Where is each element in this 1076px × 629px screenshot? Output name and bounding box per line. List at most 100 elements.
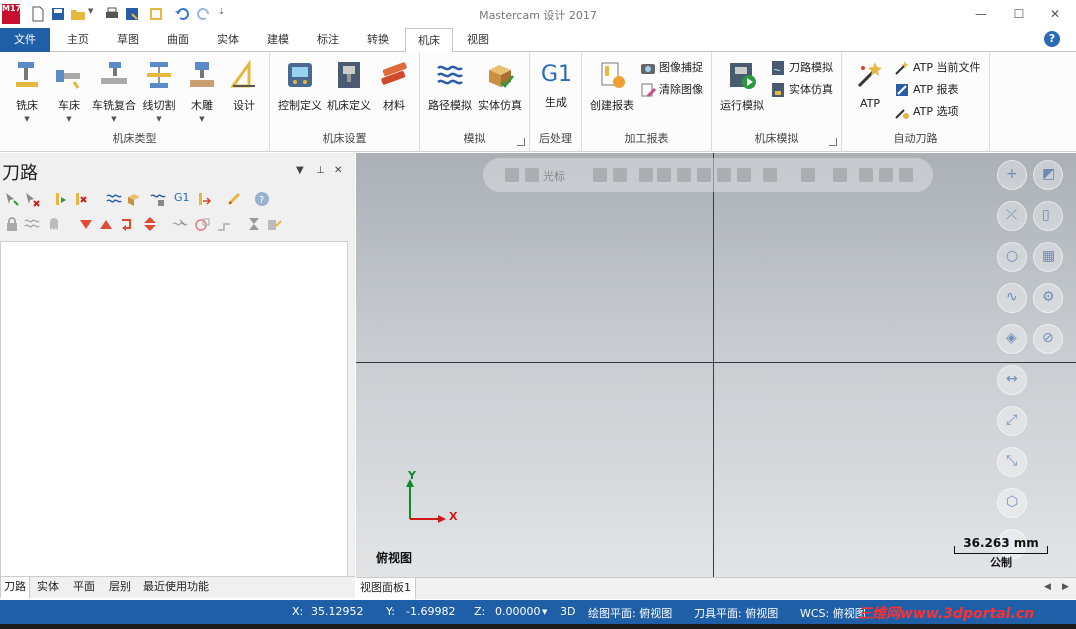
insert-pointer-icon[interactable] bbox=[216, 216, 232, 232]
cplane-status[interactable]: 绘图平面: 俯视图 bbox=[588, 605, 672, 621]
properties-icon[interactable] bbox=[148, 6, 164, 22]
app-logo-icon[interactable]: M17 bbox=[2, 4, 21, 24]
simulator-options-icon[interactable] bbox=[150, 191, 166, 207]
tab-file[interactable]: 文件 bbox=[0, 28, 50, 52]
post-selected-icon[interactable]: G1 bbox=[174, 191, 190, 204]
cursor-select-icon[interactable] bbox=[525, 168, 539, 182]
spline-icon[interactable]: ∿ bbox=[997, 283, 1027, 313]
color-palette-icon[interactable]: ▦ bbox=[1033, 242, 1063, 272]
scroll-left-icon[interactable]: ◀ bbox=[1044, 582, 1051, 592]
router-button[interactable]: 木雕 ▼ bbox=[178, 56, 226, 124]
tab-solids[interactable]: 实体 bbox=[206, 28, 250, 52]
tab-recent-functions[interactable]: 最近使用功能 bbox=[140, 577, 212, 598]
prohibit-icon[interactable]: ⊘ bbox=[1033, 324, 1063, 354]
hourglass-icon[interactable] bbox=[246, 216, 262, 232]
window-selection-icon[interactable] bbox=[801, 168, 815, 182]
wire-button[interactable]: 线切割 ▼ bbox=[135, 56, 183, 124]
fit-screen-icon[interactable]: ⤢ bbox=[997, 406, 1027, 436]
tplane-status[interactable]: 刀具平面: 俯视图 bbox=[694, 605, 778, 621]
undo-icon[interactable] bbox=[174, 6, 190, 22]
move-down-icon[interactable] bbox=[78, 216, 94, 232]
toolpath-tree[interactable] bbox=[0, 241, 348, 581]
tab-surface[interactable]: 曲面 bbox=[156, 28, 200, 52]
expand-collapse-icon[interactable] bbox=[142, 216, 158, 232]
tab-machine[interactable]: 机床 bbox=[405, 28, 453, 53]
atp-report-button[interactable]: ATP 报表 bbox=[894, 80, 959, 100]
mill-turn-button[interactable]: 车铣复合 ▼ bbox=[90, 56, 138, 124]
select-face-icon[interactable] bbox=[677, 168, 691, 182]
lathe-button[interactable]: 车床 ▼ bbox=[45, 56, 93, 124]
open-dropdown-icon[interactable]: ▼ bbox=[88, 7, 93, 15]
zoom-in-icon[interactable]: + bbox=[997, 160, 1027, 190]
clear-image-button[interactable]: 清除图像 bbox=[640, 80, 703, 100]
run-simulation-button[interactable]: 运行模拟 bbox=[718, 56, 766, 124]
regenerate-dirty-icon[interactable] bbox=[72, 191, 88, 207]
cube-view-icon[interactable]: ◈ bbox=[997, 324, 1027, 354]
tab-planes[interactable]: 平面 bbox=[70, 577, 98, 598]
z-dropdown-icon[interactable]: ▼ bbox=[542, 608, 547, 616]
dimension-icon[interactable]: ▯ bbox=[1033, 201, 1063, 231]
select-loop-icon[interactable] bbox=[737, 168, 751, 182]
autocursor-label[interactable]: 光标 bbox=[543, 168, 565, 184]
select-pointer-icon[interactable] bbox=[639, 168, 653, 182]
stock-button[interactable]: 材料 bbox=[370, 56, 418, 124]
save-icon[interactable] bbox=[50, 6, 66, 22]
tab-view[interactable]: 视图 bbox=[456, 28, 500, 52]
mill-button[interactable]: 铣床 ▼ bbox=[3, 56, 51, 124]
select-window-icon[interactable] bbox=[763, 168, 777, 182]
wcs-status[interactable]: WCS: 俯视图 bbox=[800, 605, 866, 621]
machine-definition-button[interactable]: 机床定义 bbox=[325, 56, 373, 124]
mask-icon[interactable] bbox=[833, 168, 847, 182]
atp-current-file-button[interactable]: ATP 当前文件 bbox=[894, 58, 981, 78]
verify-button[interactable]: 实体仿真 bbox=[476, 56, 524, 124]
gear-icon[interactable] bbox=[613, 168, 627, 182]
lock-selection-icon[interactable] bbox=[505, 168, 519, 182]
regenerate-selected-icon[interactable] bbox=[52, 191, 68, 207]
toggle-display-icon[interactable] bbox=[24, 216, 40, 232]
tab-model[interactable]: 建模 bbox=[256, 28, 300, 52]
circle-icon[interactable]: ○ bbox=[997, 242, 1027, 272]
save-as-icon[interactable] bbox=[124, 6, 140, 22]
panel-close-icon[interactable]: ✕ bbox=[334, 165, 342, 176]
backplot-button[interactable]: 路径模拟 bbox=[426, 56, 474, 124]
customize-qat-icon[interactable]: ⇣ bbox=[218, 7, 225, 16]
post-generate-button[interactable]: G1 生成 bbox=[532, 56, 580, 124]
x-coord-value[interactable]: 35.12952 bbox=[311, 605, 364, 618]
tab-annotate[interactable]: 标注 bbox=[306, 28, 350, 52]
z-coord-value[interactable]: 0.00000 bbox=[495, 605, 541, 618]
control-definition-button[interactable]: 控制定义 bbox=[276, 56, 324, 124]
close-button[interactable]: ✕ bbox=[1040, 4, 1070, 24]
print-icon[interactable] bbox=[104, 6, 120, 22]
redo-icon[interactable] bbox=[196, 6, 212, 22]
trim-icon[interactable]: ⤫ bbox=[997, 201, 1027, 231]
tab-home[interactable]: 主页 bbox=[56, 28, 100, 52]
verify-selection-icon[interactable] bbox=[859, 168, 873, 182]
select-all-icon[interactable] bbox=[879, 168, 893, 182]
select-edge-icon[interactable] bbox=[697, 168, 711, 182]
tab-solids-manager[interactable]: 实体 bbox=[34, 577, 62, 598]
help-icon[interactable]: ? bbox=[1044, 31, 1060, 47]
solid-simulation-button[interactable]: 实体仿真 bbox=[770, 80, 833, 100]
tool-manager-icon[interactable] bbox=[266, 216, 282, 232]
delete-toolpaths-icon[interactable] bbox=[226, 191, 242, 207]
only-display-related-icon[interactable] bbox=[194, 216, 210, 232]
design-button[interactable]: 设计 bbox=[220, 56, 268, 124]
image-capture-button[interactable]: 图像捕捉 bbox=[640, 58, 703, 78]
verify-selected-icon[interactable] bbox=[126, 191, 142, 207]
autocursor-override-icon[interactable] bbox=[593, 168, 607, 182]
hide-icon[interactable]: ⤡ bbox=[997, 447, 1027, 477]
atp-options-button[interactable]: ATP 选项 bbox=[894, 102, 959, 122]
lock-icon[interactable] bbox=[4, 216, 20, 232]
select-body-icon[interactable] bbox=[717, 168, 731, 182]
open-folder-icon[interactable] bbox=[70, 6, 86, 22]
shading-icon[interactable]: ◩ bbox=[1033, 160, 1063, 190]
tab-toolpaths[interactable]: 刀路 bbox=[0, 577, 30, 598]
tab-viewsheet-1[interactable]: 视图面板1 bbox=[356, 578, 416, 599]
high-feed-icon[interactable] bbox=[196, 191, 212, 207]
scroll-right-icon[interactable]: ▶ bbox=[1062, 582, 1069, 592]
only-display-selected-icon[interactable] bbox=[172, 216, 188, 232]
tab-sketch[interactable]: 草图 bbox=[106, 28, 150, 52]
tab-levels[interactable]: 层别 bbox=[106, 577, 134, 598]
deselect-operations-icon[interactable] bbox=[24, 191, 40, 207]
select-all-operations-icon[interactable] bbox=[4, 191, 20, 207]
